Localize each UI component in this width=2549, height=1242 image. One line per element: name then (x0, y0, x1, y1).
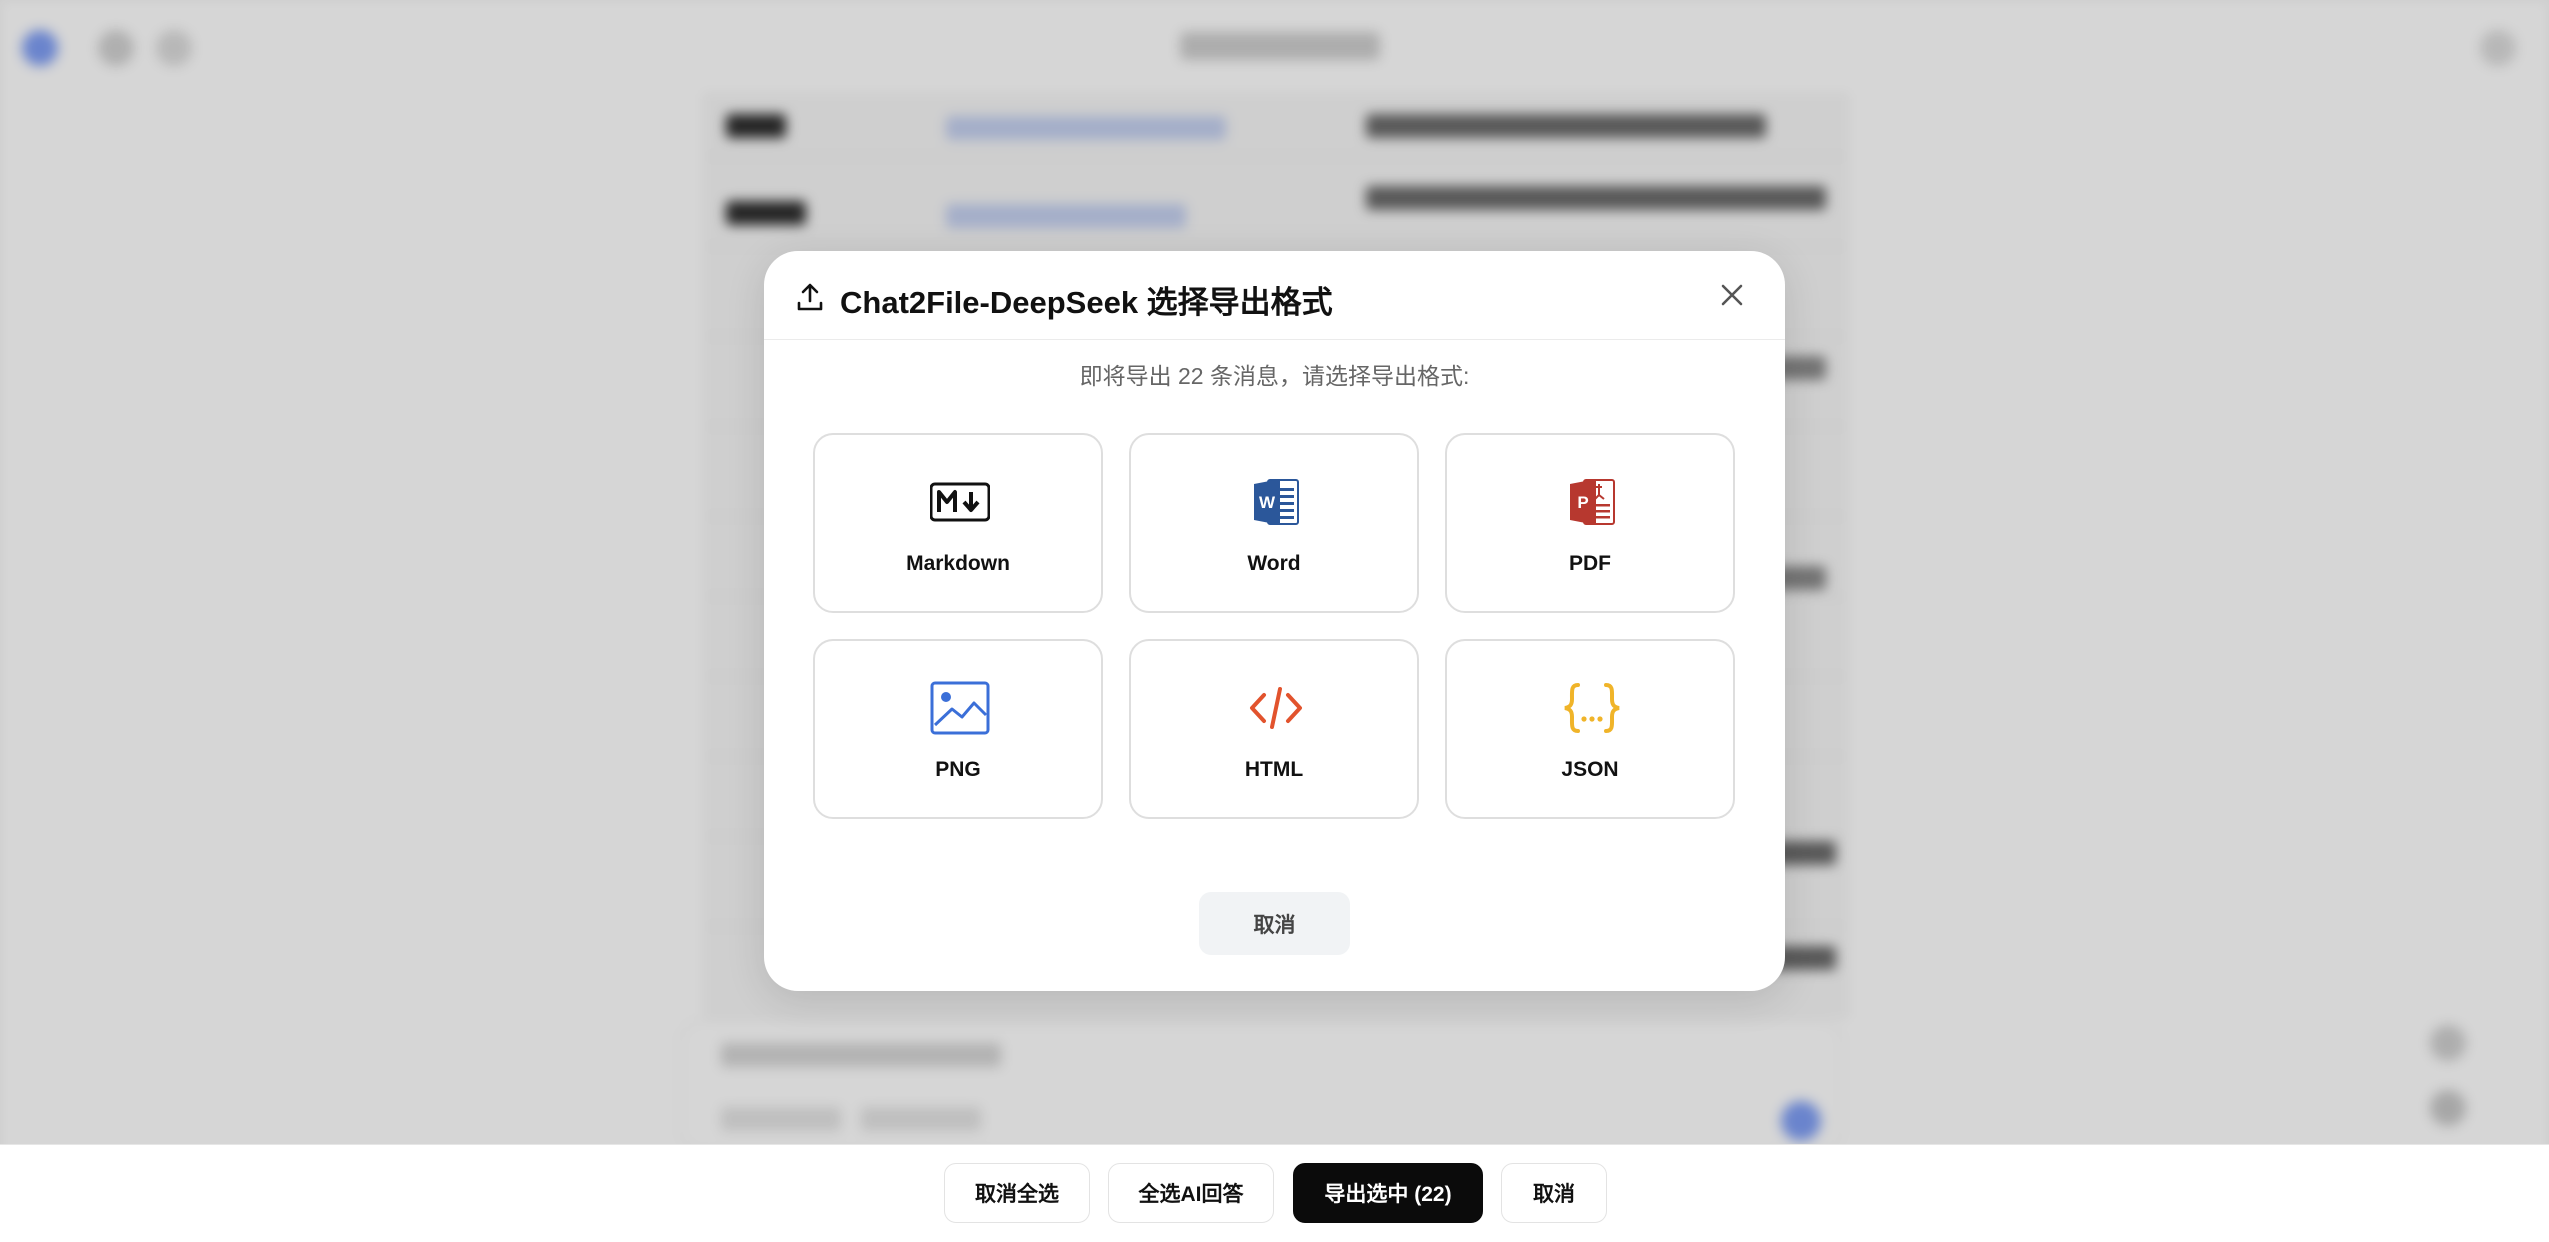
format-option-pdf[interactable]: P PDF (1445, 433, 1735, 613)
json-icon (1564, 683, 1620, 733)
dialog-header: Chat2File-DeepSeek 选择导出格式 (764, 251, 1785, 340)
image-icon (930, 681, 990, 735)
format-label: PDF (1569, 552, 1611, 575)
format-label: PNG (935, 758, 981, 781)
format-label: JSON (1561, 758, 1619, 781)
dialog-cancel-button[interactable]: 取消 (1199, 892, 1350, 955)
format-label: HTML (1244, 758, 1304, 781)
code-icon (1250, 687, 1302, 729)
svg-text:W: W (1259, 493, 1276, 512)
export-selected-button[interactable]: 导出选中 (22) (1293, 1163, 1483, 1223)
format-option-word[interactable]: W Word (1129, 433, 1419, 613)
svg-text:P: P (1577, 493, 1588, 512)
format-option-html[interactable]: HTML (1129, 639, 1419, 819)
dialog-subtitle: 即将导出 22 条消息，请选择导出格式: (1079, 363, 1470, 389)
format-option-png[interactable]: PNG (813, 639, 1103, 819)
format-label: Markdown (906, 552, 1010, 575)
cancel-selection-button[interactable]: 取消 (1501, 1163, 1607, 1223)
format-option-markdown[interactable]: Markdown (813, 433, 1103, 613)
format-option-json[interactable]: JSON (1445, 639, 1735, 819)
select-all-ai-button[interactable]: 全选AI回答 (1108, 1163, 1274, 1223)
word-icon: W (1254, 479, 1299, 525)
selection-action-bar: 取消全选 全选AI回答 导出选中 (22) 取消 (0, 1144, 2549, 1242)
dialog-title: Chat2File-DeepSeek 选择导出格式 (840, 285, 1333, 320)
deselect-all-button[interactable]: 取消全选 (944, 1163, 1090, 1223)
markdown-icon (930, 482, 990, 522)
close-icon[interactable] (1714, 277, 1750, 313)
pdf-icon: P (1570, 479, 1615, 525)
upload-icon (797, 283, 823, 311)
format-label: Word (1247, 552, 1301, 575)
export-format-dialog: Chat2File-DeepSeek 选择导出格式 即将导出 22 条消息，请选… (764, 251, 1785, 991)
